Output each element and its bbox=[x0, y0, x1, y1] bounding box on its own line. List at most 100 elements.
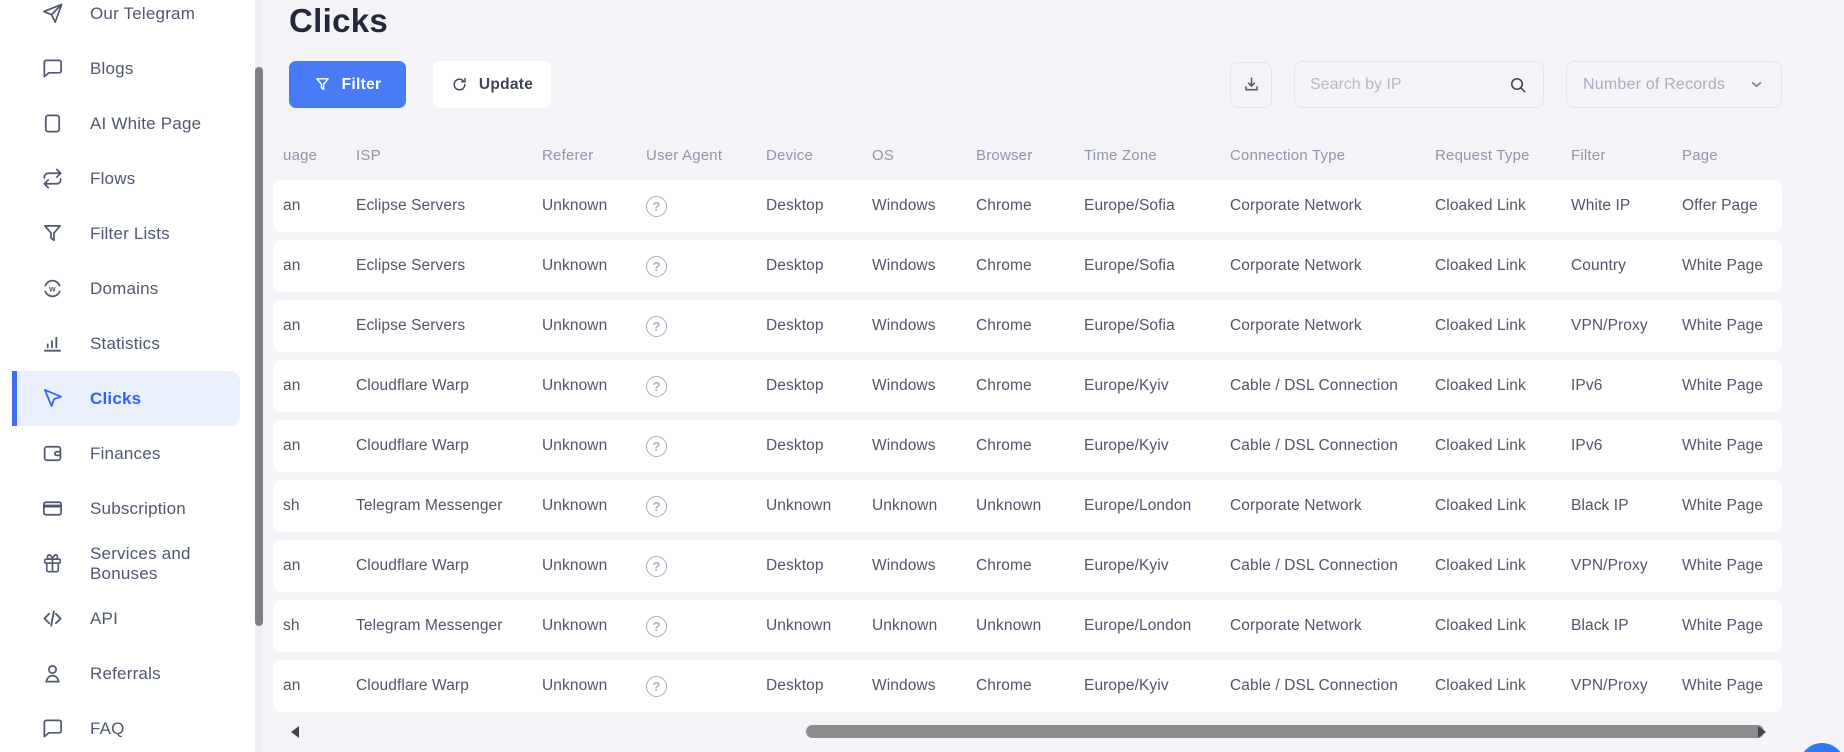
cell-connection-type: Cable / DSL Connection bbox=[1230, 437, 1398, 454]
cell-isp: Eclipse Servers bbox=[356, 317, 466, 334]
sidebar-item-flows[interactable]: Flows bbox=[0, 151, 263, 206]
clicks-table: uage ISP Referer User Agent Device OS Browser T… bbox=[273, 138, 1782, 740]
table-row[interactable]: an Cloudflare Warp Unknown? Desktop Windows C… bbox=[273, 420, 1782, 472]
table-row[interactable]: an Eclipse Servers Unknown? Desktop Windows C… bbox=[273, 300, 1782, 352]
cell-time-zone: Europe/London bbox=[1084, 617, 1192, 634]
cell-os: Windows bbox=[872, 257, 936, 274]
cell-filter: Black IP bbox=[1571, 617, 1629, 634]
app-window: Our Telegram Blogs AI White Page Flows F… bbox=[0, 0, 1844, 752]
sidebar-item-label: Services and Bonuses bbox=[90, 543, 191, 583]
search-icon[interactable] bbox=[1508, 75, 1528, 95]
comment-icon bbox=[41, 717, 64, 740]
sidebar-item-domains[interactable]: w Domains bbox=[0, 261, 263, 316]
cell-connection-type: Corporate Network bbox=[1230, 497, 1362, 514]
sidebar-item-label: Finances bbox=[90, 443, 161, 463]
horizontal-scrollbar-thumb[interactable] bbox=[806, 725, 1764, 738]
sidebar-item-blogs[interactable]: Blogs bbox=[0, 41, 263, 96]
cell-language: an bbox=[283, 557, 301, 574]
question-circle-icon[interactable]: ? bbox=[646, 555, 667, 577]
cell-filter: VPN/Proxy bbox=[1571, 677, 1648, 694]
sidebar-item-finances[interactable]: Finances bbox=[0, 426, 263, 481]
cell-time-zone: Europe/Sofia bbox=[1084, 317, 1175, 334]
table-row[interactable]: an Cloudflare Warp Unknown? Desktop Windows C… bbox=[273, 540, 1782, 592]
table-row[interactable]: sh Telegram Messenger Unknown? Unknown Unkno… bbox=[273, 480, 1782, 532]
question-circle-icon[interactable]: ? bbox=[646, 375, 667, 397]
sidebar-item-filter-lists[interactable]: Filter Lists bbox=[0, 206, 263, 261]
question-circle-icon[interactable]: ? bbox=[646, 495, 667, 517]
cell-referer: Unknown bbox=[542, 317, 608, 334]
cell-time-zone: Europe/Kyiv bbox=[1084, 677, 1169, 694]
sidebar-item-faq[interactable]: FAQ bbox=[0, 701, 263, 752]
cell-language: sh bbox=[283, 497, 300, 514]
question-circle-icon[interactable]: ? bbox=[646, 255, 667, 277]
sidebar-item-label: Referrals bbox=[90, 663, 161, 683]
cell-request-type: Cloaked Link bbox=[1435, 257, 1526, 274]
cell-user-agent-icon: ? bbox=[646, 615, 766, 637]
column-header: Filter bbox=[1571, 146, 1606, 164]
cell-os: Windows bbox=[872, 437, 936, 454]
scroll-left-arrow-icon[interactable] bbox=[291, 726, 299, 738]
page-title: Clicks bbox=[289, 2, 389, 39]
question-circle-icon[interactable]: ? bbox=[646, 615, 667, 637]
cell-referer: Unknown bbox=[542, 257, 608, 274]
cell-isp: Eclipse Servers bbox=[356, 257, 466, 274]
cell-browser: Chrome bbox=[976, 677, 1032, 694]
sidebar-item-subscription[interactable]: Subscription bbox=[0, 481, 263, 536]
funnel-icon bbox=[315, 78, 329, 91]
sidebar-item-label: FAQ bbox=[90, 718, 125, 738]
cell-os: Windows bbox=[872, 317, 936, 334]
sidebar-item-label: Filter Lists bbox=[90, 223, 170, 243]
cell-connection-type: Cable / DSL Connection bbox=[1230, 377, 1398, 394]
scroll-right-arrow-icon[interactable] bbox=[1758, 726, 1766, 738]
sidebar-item-services-and-bonuses[interactable]: Services and Bonuses bbox=[0, 536, 263, 591]
question-circle-icon[interactable]: ? bbox=[646, 315, 667, 337]
table-row[interactable]: an Eclipse Servers Unknown? Desktop Windows C… bbox=[273, 180, 1782, 232]
column-header: OS bbox=[872, 146, 895, 164]
cell-referer: Unknown bbox=[542, 437, 608, 454]
sidebar-item-label: API bbox=[90, 608, 119, 628]
table-row[interactable]: an Cloudflare Warp Unknown? Desktop Windows C… bbox=[273, 660, 1782, 712]
column-header: ISP bbox=[356, 146, 381, 164]
cell-connection-type: Corporate Network bbox=[1230, 257, 1362, 274]
cell-browser: Chrome bbox=[976, 197, 1032, 214]
cell-device: Desktop bbox=[766, 677, 824, 694]
sidebar-item-ai-white-page[interactable]: AI White Page bbox=[0, 96, 263, 151]
cell-browser: Chrome bbox=[976, 377, 1032, 394]
download-button[interactable] bbox=[1230, 61, 1272, 108]
horizontal-scrollbar bbox=[273, 724, 1782, 740]
telegram-icon bbox=[41, 2, 64, 25]
cell-os: Windows bbox=[872, 377, 936, 394]
question-circle-icon[interactable]: ? bbox=[646, 675, 667, 697]
sidebar-item-clicks[interactable]: Clicks bbox=[12, 371, 240, 426]
sidebar-item-statistics[interactable]: Statistics bbox=[0, 316, 263, 371]
cell-referer: Unknown bbox=[542, 377, 608, 394]
update-button[interactable]: Update bbox=[433, 61, 551, 108]
cell-connection-type: Corporate Network bbox=[1230, 197, 1362, 214]
sidebar-scrollbar-track[interactable] bbox=[255, 0, 263, 752]
column-header: Browser bbox=[976, 146, 1033, 164]
sidebar-item-referrals[interactable]: Referrals bbox=[0, 646, 263, 701]
table-row[interactable]: sh Telegram Messenger Unknown? Unknown Unkno… bbox=[273, 600, 1782, 652]
question-circle-icon[interactable]: ? bbox=[646, 195, 667, 217]
column-header: Request Type bbox=[1435, 146, 1530, 164]
table-row[interactable]: an Cloudflare Warp Unknown? Desktop Windows C… bbox=[273, 360, 1782, 412]
cell-page: White Page bbox=[1682, 497, 1764, 514]
question-circle-icon[interactable]: ? bbox=[646, 435, 667, 457]
sidebar-scrollbar-thumb[interactable] bbox=[255, 67, 263, 626]
cell-isp: Cloudflare Warp bbox=[356, 377, 469, 394]
sidebar-item-label: Blogs bbox=[90, 58, 134, 78]
sidebar-item-api[interactable]: API bbox=[0, 591, 263, 646]
sidebar-item-our-telegram[interactable]: Our Telegram bbox=[0, 0, 263, 41]
cell-isp: Cloudflare Warp bbox=[356, 557, 469, 574]
filter-button[interactable]: Filter bbox=[289, 61, 406, 108]
search-input[interactable] bbox=[1310, 75, 1498, 94]
table-row[interactable]: an Eclipse Servers Unknown? Desktop Windows C… bbox=[273, 240, 1782, 292]
cell-time-zone: Europe/London bbox=[1084, 497, 1192, 514]
records-dropdown[interactable]: Number of Records bbox=[1566, 61, 1782, 108]
cell-device: Desktop bbox=[766, 437, 824, 454]
column-header: Page bbox=[1682, 146, 1718, 164]
cell-page: White Page bbox=[1682, 617, 1764, 634]
cell-user-agent-icon: ? bbox=[646, 195, 766, 217]
cell-time-zone: Europe/Sofia bbox=[1084, 257, 1175, 274]
cell-connection-type: Cable / DSL Connection bbox=[1230, 557, 1398, 574]
